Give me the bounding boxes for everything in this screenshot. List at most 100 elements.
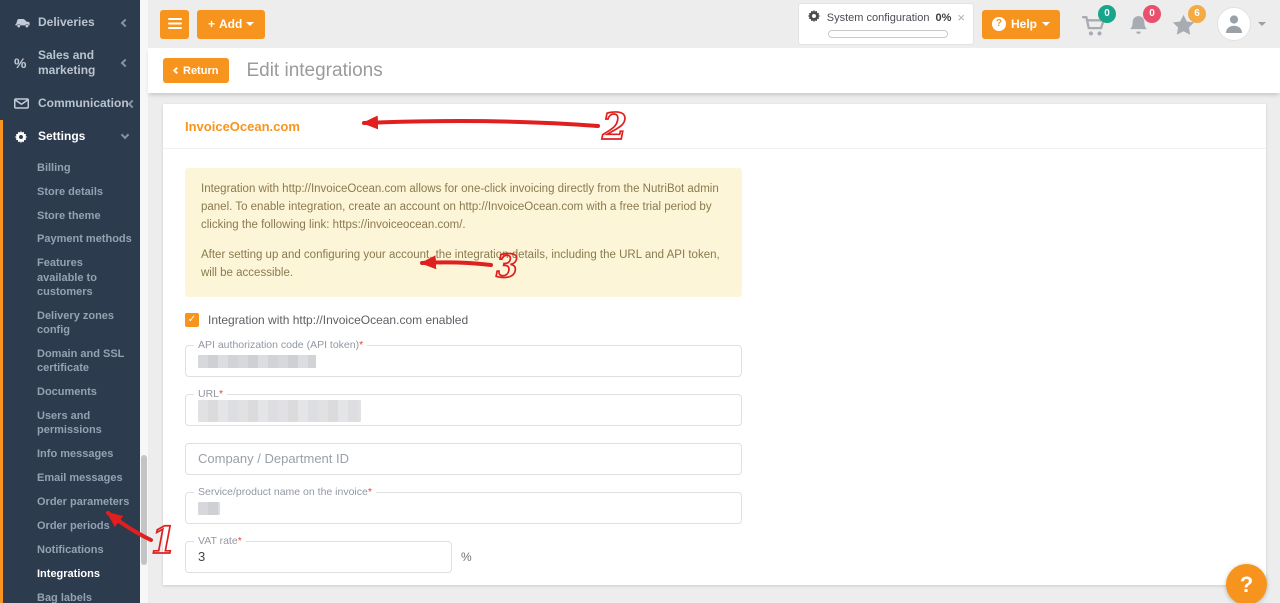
caret-down-icon[interactable]	[1258, 22, 1266, 26]
section-header: InvoiceOcean.com	[163, 104, 1266, 149]
percent-icon: %	[14, 55, 38, 71]
integration-enabled-row: ✓ Integration with http://InvoiceOcean.c…	[185, 313, 1244, 327]
vat-rate-field[interactable]: VAT rate* 3	[185, 541, 452, 573]
content-card: InvoiceOcean.com Integration with http:/…	[163, 104, 1266, 585]
sidebar-item-features-available[interactable]: Features available to customers	[37, 252, 132, 304]
caret-down-icon	[1042, 22, 1050, 26]
sidebar-item-email-messages[interactable]: Email messages	[37, 466, 132, 490]
chevron-left-icon	[127, 99, 135, 107]
user-avatar[interactable]	[1217, 7, 1251, 41]
system-configuration-widget: System configuration 0% ×	[798, 3, 974, 45]
sidebar-item-label: Communication	[38, 96, 129, 111]
sidebar-item-info-messages[interactable]: Info messages	[37, 443, 132, 467]
sidebar-item-bag-labels[interactable]: Bag labels	[37, 586, 132, 603]
sidebar-item-documents[interactable]: Documents	[37, 380, 132, 404]
system-configuration-progressbar	[828, 30, 948, 38]
sidebar-item-order-periods[interactable]: Order periods	[37, 514, 132, 538]
return-button[interactable]: Return	[163, 58, 229, 83]
sidebar-scrollbar-thumb[interactable]	[141, 455, 147, 565]
envelope-icon	[14, 98, 38, 109]
sidebar-item-store-theme[interactable]: Store theme	[37, 204, 132, 228]
notifications-badge: 0	[1143, 5, 1161, 23]
settings-group: Settings Billing Store details Store the…	[0, 120, 140, 603]
sidebar-item-label: Settings	[38, 129, 122, 144]
hamburger-icon	[168, 17, 182, 32]
bell-icon	[1127, 24, 1150, 41]
sidebar-item-sales-and-marketing[interactable]: % Sales and marketing	[0, 39, 140, 87]
close-icon[interactable]: ×	[957, 11, 965, 24]
company-department-placeholder: Company / Department ID	[186, 444, 741, 474]
notifications-button[interactable]: 0	[1127, 14, 1152, 39]
sidebar-nav: Deliveries % Sales and marketing Communi…	[0, 0, 140, 603]
info-box: Integration with http://InvoiceOcean.com…	[185, 168, 742, 297]
add-button[interactable]: + Add	[197, 10, 265, 39]
sidebar-item-billing[interactable]: Billing	[37, 156, 132, 180]
page-header: Return Edit integrations	[148, 48, 1280, 93]
chevron-left-icon	[121, 18, 129, 26]
sidebar: Deliveries % Sales and marketing Communi…	[0, 0, 140, 603]
system-configuration-percent: 0%	[935, 12, 951, 24]
section-title: InvoiceOcean.com	[185, 119, 300, 134]
sidebar-item-label: Deliveries	[38, 15, 122, 30]
due-date-label: Due date*	[194, 584, 249, 585]
api-token-field[interactable]: API authorization code (API token)*	[185, 345, 742, 377]
sidebar-scrollbar[interactable]	[140, 0, 148, 603]
sidebar-item-store-details[interactable]: Store details	[37, 180, 132, 204]
redacted-value	[198, 355, 316, 368]
redacted-value	[198, 400, 361, 422]
api-token-label: API authorization code (API token)*	[194, 339, 367, 351]
help-button-label: Help	[1011, 17, 1037, 31]
sidebar-item-users-permissions[interactable]: Users and permissions	[37, 404, 132, 442]
person-icon	[1222, 11, 1246, 40]
sidebar-item-label: Sales and marketing	[38, 48, 122, 78]
question-mark-icon: ?	[992, 17, 1006, 31]
sidebar-item-delivery-zones-config[interactable]: Delivery zones config	[37, 304, 132, 342]
cart-badge: 0	[1098, 5, 1116, 23]
url-field[interactable]: URL*	[185, 394, 742, 426]
add-button-label: Add	[219, 17, 242, 31]
help-fab-button[interactable]: ?	[1226, 564, 1267, 603]
sidebar-item-domain-ssl[interactable]: Domain and SSL certificate	[37, 342, 132, 380]
settings-subnav: Billing Store details Store theme Paymen…	[3, 153, 140, 603]
sidebar-item-order-parameters[interactable]: Order parameters	[37, 490, 132, 514]
help-button[interactable]: ? Help	[982, 10, 1060, 39]
cart-icon	[1082, 24, 1107, 41]
sidebar-item-payment-methods[interactable]: Payment methods	[37, 228, 132, 252]
chevron-down-icon	[121, 131, 129, 139]
return-button-label: Return	[183, 65, 218, 77]
service-name-field[interactable]: Service/product name on the invoice*	[185, 492, 742, 524]
integration-enabled-checkbox[interactable]: ✓	[185, 313, 199, 327]
sidebar-item-settings[interactable]: Settings	[3, 120, 140, 153]
company-department-field[interactable]: Company / Department ID	[185, 443, 742, 475]
system-configuration-label: System configuration	[827, 12, 930, 24]
info-box-paragraph: After setting up and configuring your ac…	[201, 247, 726, 283]
sidebar-item-communication[interactable]: Communication	[0, 87, 140, 120]
sidebar-item-deliveries[interactable]: Deliveries	[0, 6, 140, 39]
service-name-label: Service/product name on the invoice*	[194, 486, 376, 498]
menu-toggle-button[interactable]	[160, 10, 189, 39]
vat-rate-suffix: %	[461, 550, 472, 564]
favorites-badge: 6	[1188, 5, 1206, 23]
cart-button[interactable]: 0	[1082, 14, 1107, 39]
chevron-left-icon	[121, 59, 129, 67]
redacted-value	[198, 502, 220, 515]
chevron-left-icon	[173, 67, 180, 74]
car-icon	[14, 16, 38, 29]
page-title: Edit integrations	[246, 60, 382, 82]
gear-icon	[14, 130, 38, 144]
vat-rate-label: VAT rate*	[194, 535, 246, 547]
caret-down-icon	[246, 22, 254, 26]
info-box-paragraph: Integration with http://InvoiceOcean.com…	[201, 181, 726, 234]
topbar: + Add System configuration 0% ×	[148, 0, 1280, 48]
gear-icon	[807, 9, 821, 26]
sidebar-item-notifications[interactable]: Notifications	[37, 538, 132, 562]
main-area: + Add System configuration 0% ×	[148, 0, 1280, 603]
url-label: URL*	[194, 388, 227, 400]
favorites-button[interactable]: 6	[1172, 14, 1197, 39]
app-window: Deliveries % Sales and marketing Communi…	[0, 0, 1280, 603]
star-icon	[1172, 23, 1195, 40]
integration-form: Integration with http://InvoiceOcean.com…	[163, 149, 1266, 585]
integration-enabled-label: Integration with http://InvoiceOcean.com…	[208, 313, 468, 327]
plus-icon: +	[208, 17, 215, 31]
sidebar-item-integrations[interactable]: Integrations	[37, 562, 132, 586]
